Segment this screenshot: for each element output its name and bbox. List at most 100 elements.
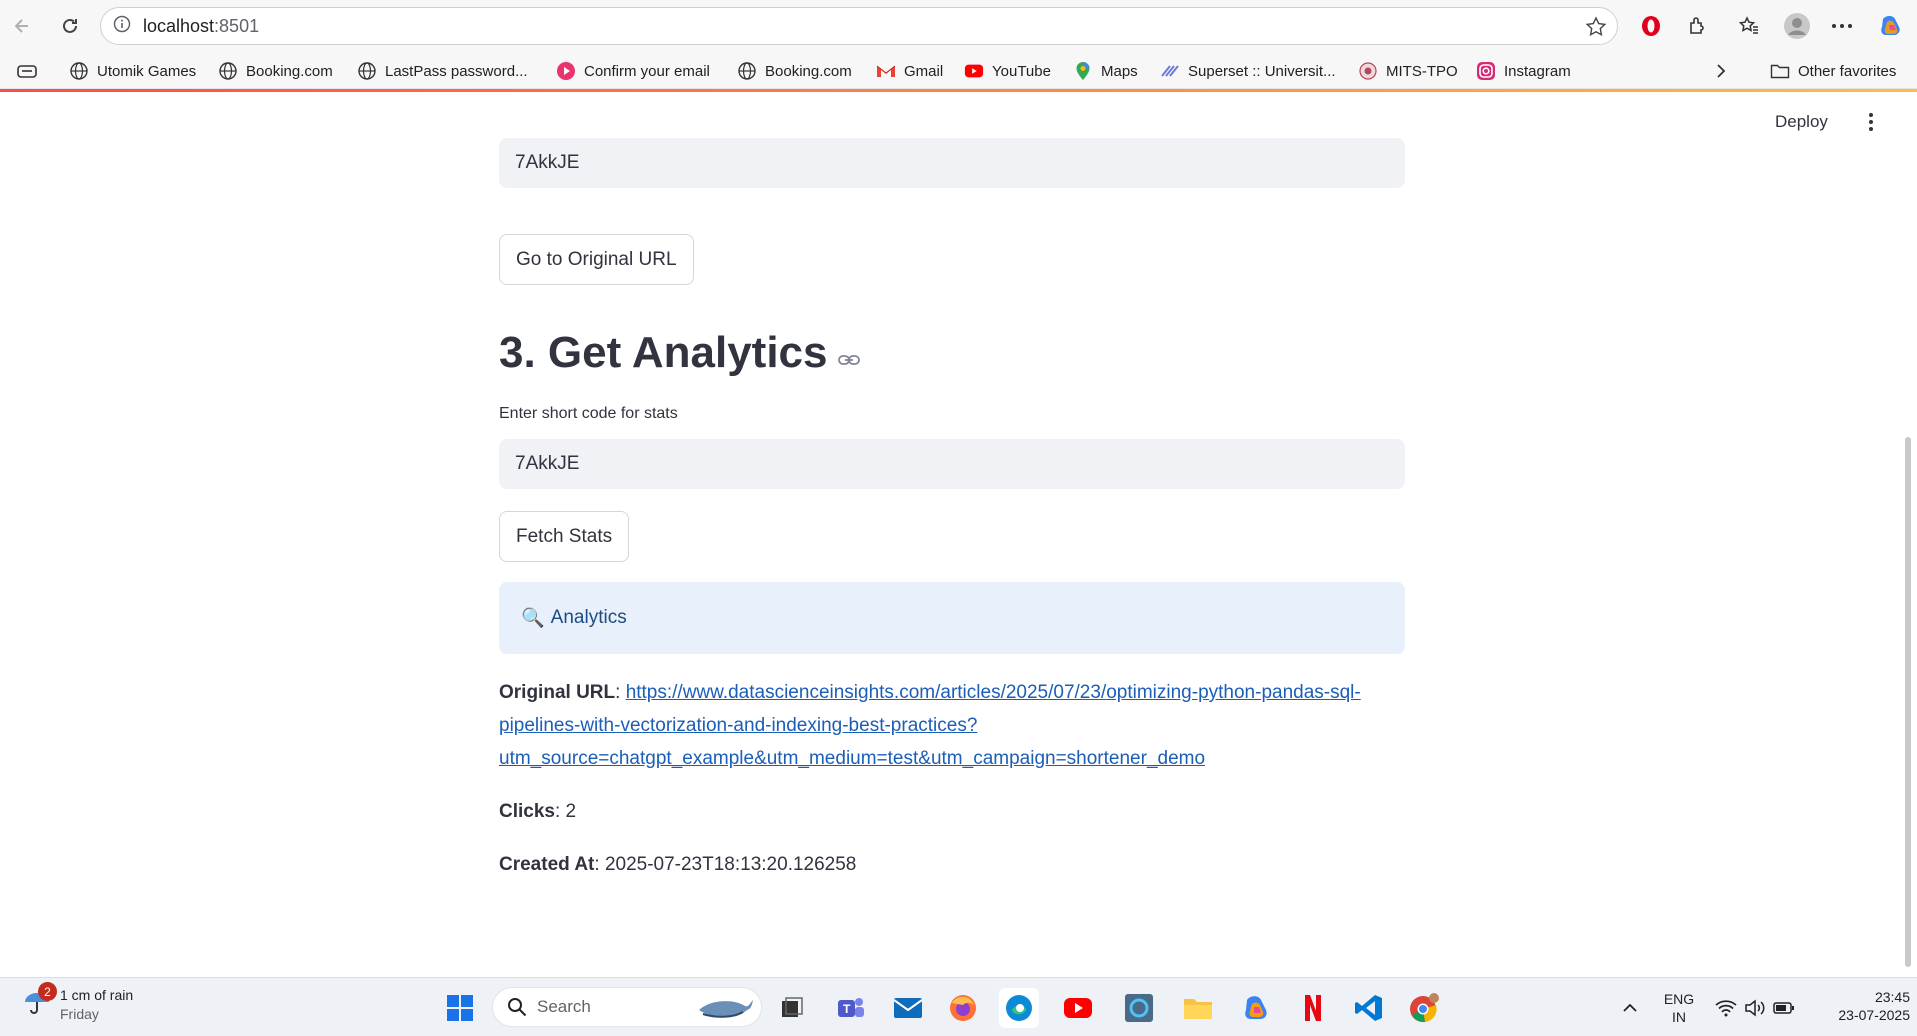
created-at-row: Created At: 2025-07-23T18:13:20.126258	[499, 854, 857, 875]
taskbar-search[interactable]: Search	[492, 987, 762, 1027]
bookmark-gmail[interactable]: Gmail	[876, 58, 943, 84]
globe-icon	[357, 61, 377, 81]
bookmark-maps[interactable]: Maps	[1073, 58, 1138, 84]
globe-icon	[218, 61, 238, 81]
go-to-original-url-button[interactable]: Go to Original URL	[499, 234, 694, 285]
original-url-link-line-3[interactable]: utm_source=chatgpt_example&utm_medium=te…	[499, 748, 1205, 769]
bookmark-label: Superset :: Universit...	[1188, 62, 1336, 80]
battery-icon[interactable]	[1764, 988, 1804, 1028]
bookmark-label: Instagram	[1504, 62, 1571, 80]
profile-avatar-icon[interactable]	[1780, 10, 1814, 42]
gmail-icon	[876, 61, 896, 81]
heading-text: 3. Get Analytics	[499, 328, 828, 377]
weather-alert-badge: 2	[38, 982, 57, 1001]
page-scrollbar[interactable]	[1905, 437, 1911, 967]
analytics-heading: 3. Get Analytics	[499, 328, 860, 378]
bookmark-lastpass[interactable]: LastPass password...	[357, 58, 528, 84]
reload-icon[interactable]	[56, 12, 84, 40]
original-url-link-line-2[interactable]: pipelines-with-vectorization-and-indexin…	[499, 715, 977, 736]
clicks-row: Clicks: 2	[499, 801, 577, 822]
stats-input-label: Enter short code for stats	[499, 405, 678, 422]
bookmark-booking-2[interactable]: Booking.com	[737, 58, 852, 84]
bookmark-superset[interactable]: Superset :: Universit...	[1160, 58, 1336, 84]
bookmark-label: MITS-TPO	[1386, 62, 1458, 80]
created-at-label: Created At	[499, 854, 595, 875]
svg-text:T: T	[843, 1002, 851, 1016]
superset-icon	[1160, 61, 1180, 81]
mail-icon[interactable]	[888, 988, 928, 1028]
magnifier-icon: 🔍	[521, 608, 545, 629]
site-info-icon[interactable]	[113, 15, 131, 38]
bookmark-label: Confirm your email	[584, 62, 710, 80]
original-url-label: Original URL	[499, 682, 616, 703]
task-view-icon[interactable]	[773, 988, 813, 1028]
maps-pin-icon	[1073, 61, 1093, 81]
back-icon[interactable]	[8, 12, 36, 40]
bookmark-label: Maps	[1101, 62, 1138, 80]
search-icon	[508, 998, 527, 1017]
created-at-value: 2025-07-23T18:13:20.126258	[604, 854, 857, 875]
lang-bottom: IN	[1672, 1009, 1686, 1025]
favorite-star-icon[interactable]	[1585, 16, 1607, 43]
bookmarks-bar: Utomik Games Booking.com LastPass passwo…	[0, 52, 1917, 89]
bookmark-mits-tpo[interactable]: MITS-TPO	[1358, 58, 1458, 84]
bookmarks-overflow-chevron-icon[interactable]	[1714, 58, 1728, 84]
address-bar[interactable]: localhost:8501	[100, 7, 1618, 45]
other-favorites[interactable]: Other favorites	[1770, 58, 1896, 84]
windows-taskbar: 2 1 cm of rain Friday Search T ENG IN 23…	[0, 977, 1917, 1036]
cortana-app-icon[interactable]	[1119, 988, 1159, 1028]
mits-logo-icon	[1358, 61, 1378, 81]
analytics-info-box: 🔍 Analytics	[499, 582, 1405, 654]
bookmark-label: Utomik Games	[97, 62, 197, 80]
clicks-label: Clicks	[499, 801, 555, 822]
globe-icon	[69, 61, 89, 81]
youtube-app-icon[interactable]	[1058, 988, 1098, 1028]
vscode-icon[interactable]	[1349, 988, 1389, 1028]
deploy-button[interactable]: Deploy	[1775, 112, 1828, 132]
rain-umbrella-icon: 2	[22, 982, 57, 1016]
bookmark-booking-1[interactable]: Booking.com	[218, 58, 333, 84]
fetch-stats-button[interactable]: Fetch Stats	[499, 511, 630, 562]
stats-short-code-input[interactable]: 7AkkJE	[499, 439, 1405, 489]
main-menu-icon[interactable]	[1863, 110, 1879, 134]
search-placeholder: Search	[537, 997, 591, 1016]
whale-illustration-icon	[699, 1000, 753, 1018]
bookmark-utomik-games[interactable]: Utomik Games	[69, 58, 196, 84]
weather-widget[interactable]: 2 1 cm of rain Friday	[22, 982, 133, 1024]
clicks-value: 2	[565, 801, 577, 822]
favorites-icon[interactable]	[1732, 10, 1766, 42]
original-url-row: Original URL: https://www.datascienceins…	[499, 682, 1361, 769]
copilot-icon[interactable]	[1874, 10, 1908, 42]
short-code-input[interactable]: 7AkkJE	[499, 138, 1405, 188]
copilot-app-icon[interactable]	[1236, 988, 1276, 1028]
info-text: Analytics	[550, 607, 627, 628]
bookmark-label: LastPass password...	[385, 62, 528, 80]
bookmark-youtube[interactable]: YouTube	[964, 58, 1051, 84]
streamlit-app: Deploy 7AkkJE Go to Original URL 3. Get …	[0, 92, 1917, 977]
bookmark-confirm-email[interactable]: Confirm your email	[556, 58, 710, 84]
lang-top: ENG	[1663, 991, 1695, 1007]
tab-actions-icon[interactable]	[16, 58, 38, 84]
chrome-icon[interactable]	[1404, 988, 1444, 1028]
system-tray-chevron-up-icon[interactable]	[1610, 988, 1650, 1028]
windows-start-icon[interactable]	[440, 988, 480, 1028]
input-language-indicator[interactable]: ENG IN	[1661, 990, 1697, 1026]
teams-icon[interactable]: T	[831, 988, 871, 1028]
bookmark-instagram[interactable]: Instagram	[1476, 58, 1571, 84]
other-favorites-label: Other favorites	[1798, 62, 1897, 80]
main-content: 7AkkJE Go to Original URL 3. Get Analyti…	[499, 92, 1405, 977]
instagram-icon	[1476, 61, 1496, 81]
firefox-icon[interactable]	[943, 988, 983, 1028]
weather-day: Friday	[60, 1006, 99, 1022]
extensions-icon[interactable]	[1680, 10, 1714, 42]
anchor-link-icon[interactable]	[837, 328, 860, 378]
file-explorer-icon[interactable]	[1178, 988, 1218, 1028]
browser-toolbar: localhost:8501	[0, 0, 1917, 52]
edge-icon[interactable]	[999, 988, 1039, 1028]
more-options-icon[interactable]	[1825, 10, 1859, 42]
clock-time: 23:45	[1874, 989, 1910, 1005]
opera-extension-icon[interactable]	[1634, 10, 1668, 42]
original-url-link[interactable]: https://www.datascienceinsights.com/arti…	[626, 682, 1361, 703]
clock[interactable]: 23:45 23-07-2025	[1810, 988, 1910, 1024]
netflix-icon[interactable]	[1293, 988, 1333, 1028]
